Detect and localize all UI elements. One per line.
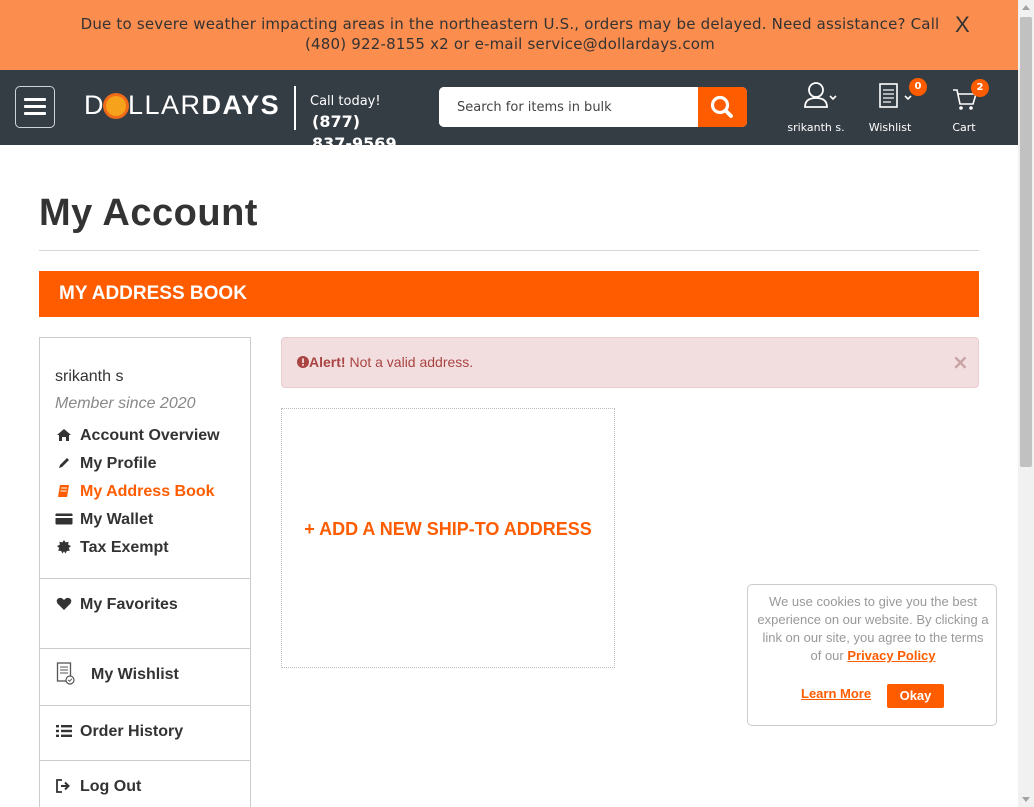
title-divider — [39, 250, 979, 251]
banner-text: Due to severe weather impacting areas in… — [80, 15, 940, 53]
sidebar-item-tax-exempt[interactable]: Tax Exempt — [55, 537, 169, 559]
sidebar-divider — [40, 578, 250, 579]
sidebar-item-label: My Wishlist — [91, 666, 179, 683]
cart-label: Cart — [952, 121, 976, 134]
cookie-text: We use cookies to give you the best expe… — [756, 593, 990, 665]
page-scrollbar[interactable] — [1018, 0, 1034, 807]
sidebar-divider — [40, 648, 250, 649]
scroll-up-arrow-icon[interactable] — [1022, 5, 1030, 10]
alert-message: Alert! Not a valid address. — [297, 354, 473, 370]
credit-card-icon — [55, 512, 73, 528]
announcement-banner: Due to severe weather impacting areas in… — [0, 0, 1018, 70]
sidebar-item-label: Account Overview — [80, 427, 220, 444]
banner-close-button[interactable]: X — [955, 12, 970, 38]
page-title: My Account — [39, 192, 258, 234]
add-address-card[interactable]: + ADD A NEW SHIP-TO ADDRESS — [281, 408, 615, 668]
add-ship-to-address-link[interactable]: + ADD A NEW SHIP-TO ADDRESS — [282, 519, 614, 540]
logo-text-bold: DAYS — [201, 90, 281, 120]
logo-text: D — [84, 90, 105, 120]
sidebar-item-my-favorites[interactable]: My Favorites — [55, 594, 178, 616]
cookie-consent-popup: We use cookies to give you the best expe… — [747, 584, 997, 726]
exclamation-circle-icon — [297, 356, 309, 368]
sidebar-item-label: Tax Exempt — [80, 539, 169, 556]
wishlist-list-icon — [55, 661, 77, 689]
sidebar-item-log-out[interactable]: Log Out — [55, 776, 141, 798]
search-bar — [439, 87, 747, 127]
wishlist-menu[interactable]: 0 Wishlist — [862, 78, 927, 138]
sidebar-divider — [40, 705, 250, 706]
alert-text: Not a valid address. — [349, 354, 474, 370]
sidebar-member-since: Member since 2020 — [55, 395, 196, 412]
home-icon — [55, 428, 73, 445]
scroll-down-arrow-icon[interactable] — [1022, 797, 1030, 802]
dollardays-logo[interactable]: D LLARDAYS — [84, 90, 280, 121]
alert-close-button[interactable]: × — [952, 350, 969, 374]
okay-button[interactable]: Okay — [887, 684, 944, 708]
pencil-icon — [55, 456, 73, 473]
sidebar-item-my-wallet[interactable]: My Wallet — [55, 509, 153, 531]
call-label: Call today! — [310, 94, 381, 109]
wishlist-count-badge: 0 — [909, 78, 927, 96]
header-divider — [294, 86, 296, 130]
certificate-icon — [55, 539, 73, 557]
sidebar-item-order-history[interactable]: Order History — [55, 721, 183, 743]
cart-menu[interactable]: 2 Cart — [940, 78, 989, 138]
sun-logo-icon — [106, 96, 126, 116]
cart-count-badge: 2 — [971, 79, 989, 97]
section-title: MY ADDRESS BOOK — [59, 283, 247, 304]
sidebar-item-label: Order History — [80, 723, 184, 740]
error-alert: Alert! Not a valid address. × — [281, 337, 979, 388]
menu-bar-icon — [24, 98, 46, 101]
heart-icon — [55, 597, 73, 614]
account-label: srikanth s. — [787, 121, 845, 134]
sidebar-item-label: My Profile — [80, 455, 157, 472]
site-header: D LLARDAYS Call today! (877) 837-9569 sri… — [0, 70, 1018, 145]
sidebar-item-my-address-book[interactable]: My Address Book — [55, 481, 215, 503]
privacy-policy-link[interactable]: Privacy Policy — [847, 648, 935, 663]
sign-out-icon — [55, 778, 73, 796]
search-input[interactable] — [439, 87, 698, 127]
learn-more-link[interactable]: Learn More — [801, 686, 871, 701]
sidebar-item-label: Log Out — [80, 778, 142, 795]
user-icon — [804, 82, 837, 108]
sidebar-item-account-overview[interactable]: Account Overview — [55, 425, 220, 447]
wishlist-label: Wishlist — [868, 121, 912, 134]
sidebar-item-my-wishlist[interactable]: My Wishlist — [55, 661, 179, 689]
sidebar-item-label: My Wallet — [80, 511, 154, 528]
search-button[interactable] — [698, 87, 747, 127]
sidebar-item-label: My Address Book — [80, 483, 215, 500]
menu-bar-icon — [24, 105, 46, 108]
hamburger-menu-button[interactable] — [15, 86, 55, 128]
book-icon — [55, 484, 73, 501]
account-menu[interactable]: srikanth s. — [786, 78, 846, 138]
sidebar-item-label: My Favorites — [80, 596, 178, 613]
sidebar-divider — [40, 760, 250, 761]
list-icon — [55, 724, 73, 740]
logo-text: LLAR — [128, 90, 202, 120]
account-sidebar: srikanth s Member since 2020 Account Ove… — [39, 337, 251, 807]
scrollbar-thumb[interactable] — [1020, 17, 1032, 467]
sidebar-item-my-profile[interactable]: My Profile — [55, 453, 156, 475]
phone-number[interactable]: (877) 837-9569 — [312, 111, 404, 145]
menu-bar-icon — [24, 112, 46, 115]
search-icon — [710, 95, 733, 118]
sidebar-user-name: srikanth s — [55, 368, 124, 385]
alert-strong: Alert! — [309, 354, 346, 370]
section-header: MY ADDRESS BOOK — [39, 271, 979, 317]
